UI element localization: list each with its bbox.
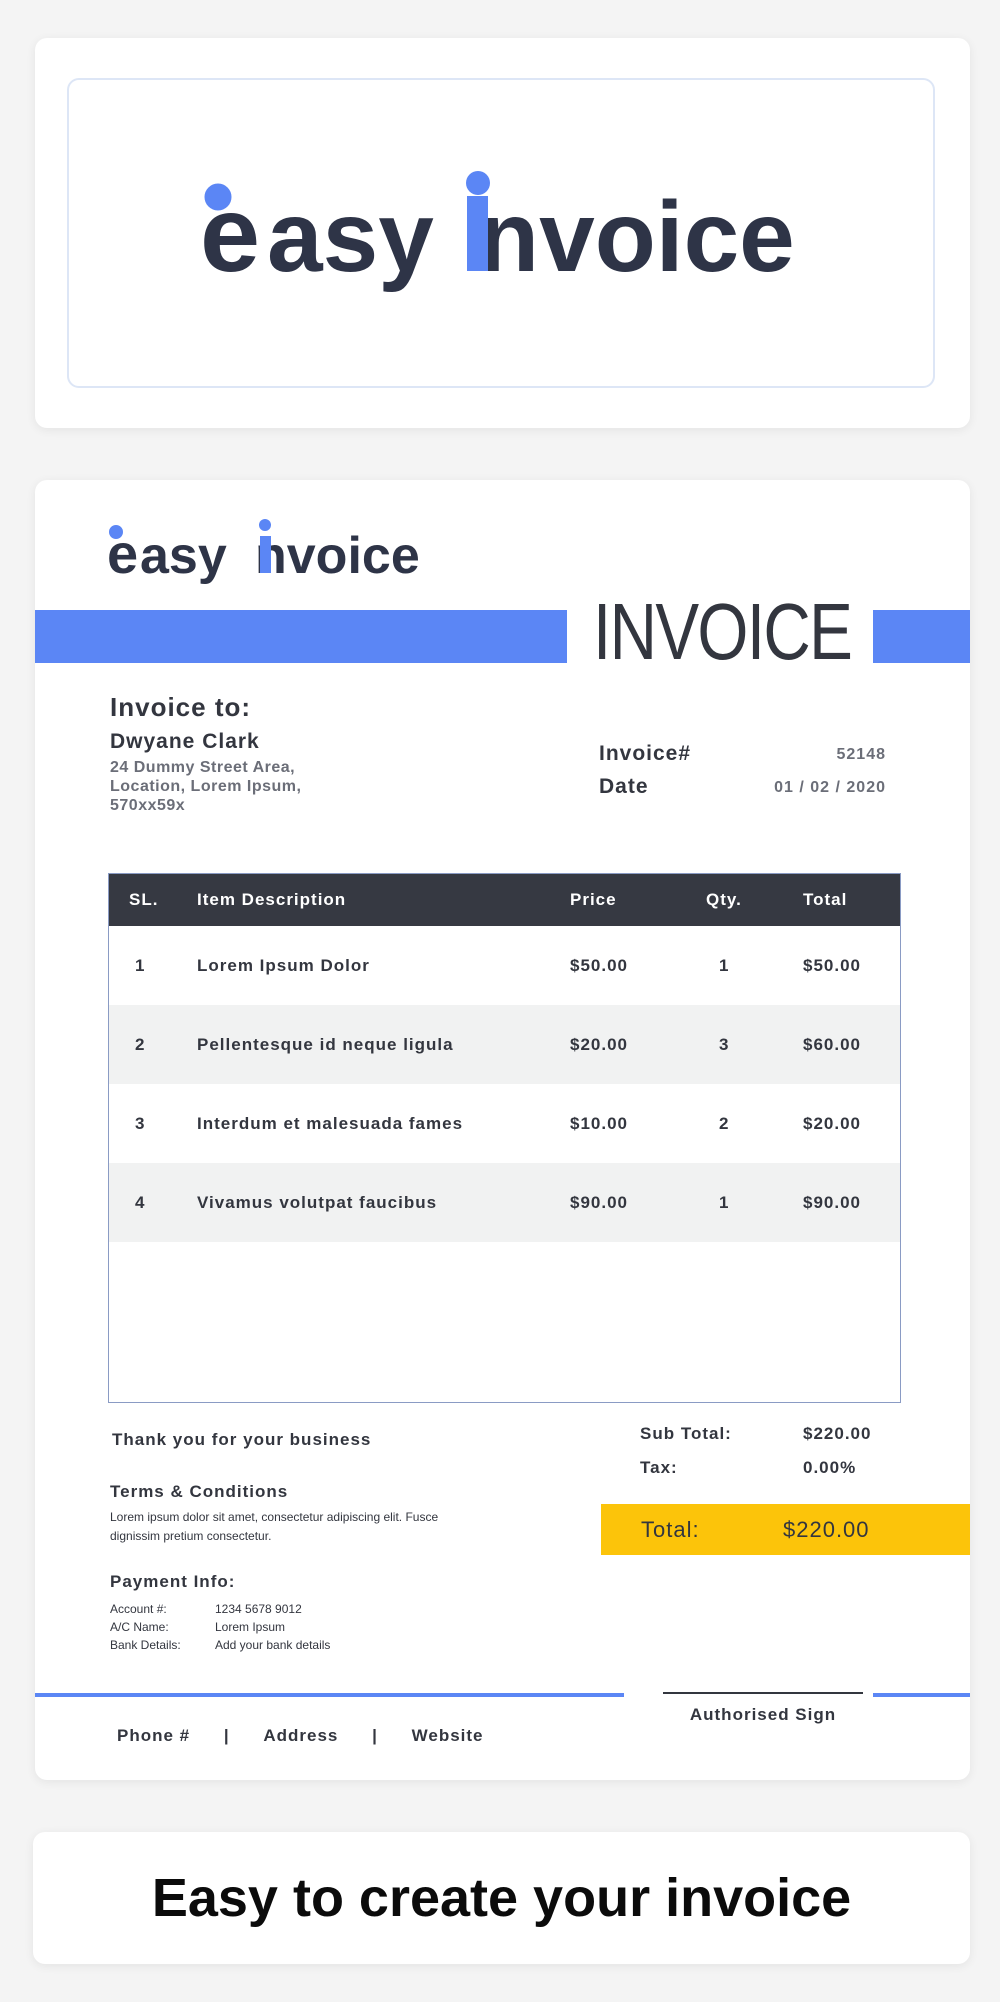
tagline: Easy to create your invoice <box>151 1868 852 1928</box>
grand-total-box: Total: $220.00 <box>601 1504 970 1555</box>
cell-sl: 1 <box>135 956 146 975</box>
cell-price: $20.00 <box>570 1035 628 1054</box>
cell-qty: 1 <box>719 956 730 975</box>
signature-line <box>663 1692 863 1694</box>
col-price-header: Price <box>570 890 617 909</box>
cell-total: $20.00 <box>803 1114 861 1133</box>
client-name: Dwyane Clark <box>110 730 260 753</box>
client-address: 24 Dummy Street Area, Location, Lorem Ip… <box>110 758 410 815</box>
col-qty-header: Qty. <box>706 890 742 909</box>
terms-text: Lorem ipsum dolor sit amet, consectetur … <box>110 1510 439 1543</box>
invoice-card: e asy nvoice INVOICE Invoice to: Dwyane … <box>35 480 970 1780</box>
col-total-header: Total <box>803 890 848 909</box>
client-address-line: 24 Dummy Street Area, <box>110 759 296 776</box>
brand-logo: e asy nvoice <box>200 171 795 294</box>
cell-total: $50.00 <box>803 956 861 975</box>
col-sl-header: SL. <box>129 890 159 909</box>
payment-heading: Payment Info: <box>110 1572 236 1591</box>
cell-desc: Lorem Ipsum Dolor <box>197 956 370 975</box>
cell-price: $50.00 <box>570 956 628 975</box>
bill-to-heading: Invoice to: <box>110 692 252 722</box>
header-band-left <box>35 610 567 663</box>
cell-sl: 2 <box>135 1035 146 1054</box>
cell-sl: 4 <box>135 1193 146 1212</box>
terms-heading: Terms & Conditions <box>110 1482 289 1501</box>
cell-qty: 3 <box>719 1035 730 1054</box>
table-row: 1 Lorem Ipsum Dolor $50.00 1 $50.00 <box>109 926 900 1005</box>
cell-sl: 3 <box>135 1114 146 1133</box>
cell-qty: 1 <box>719 1193 730 1212</box>
client-address-line: 570xx59x <box>110 797 186 814</box>
contact-website: Website <box>411 1726 484 1745</box>
cell-desc: Vivamus volutpat faucibus <box>197 1193 438 1212</box>
cell-desc: Interdum et malesuada fames <box>197 1114 464 1133</box>
signature-label: Authorised Sign <box>689 1705 837 1724</box>
payment-key: Account #: <box>110 1602 167 1616</box>
contact-bar: Phone # | Address | Website <box>117 1726 484 1746</box>
payment-key: A/C Name: <box>110 1620 169 1634</box>
invoice-number-label: Invoice# <box>599 742 692 765</box>
thank-you-note: Thank you for your business <box>112 1430 372 1449</box>
subtotal-label: Sub Total: <box>640 1424 732 1443</box>
invoice-number-value: 52148 <box>836 746 886 763</box>
contact-separator: | <box>372 1726 378 1745</box>
total-label: Total: <box>641 1517 700 1542</box>
date-label: Date <box>599 775 649 798</box>
table-header: SL. Item Description Price Qty. Total <box>109 874 900 926</box>
footer-line-right <box>873 1693 970 1697</box>
header-band-right <box>873 610 970 663</box>
items-table: SL. Item Description Price Qty. Total 1 … <box>108 873 901 1403</box>
date-value: 01 / 02 / 2020 <box>774 779 886 796</box>
cell-qty: 2 <box>719 1114 730 1133</box>
cell-price: $10.00 <box>570 1114 628 1133</box>
table-row: 2 Pellentesque id neque ligula $20.00 3 … <box>109 1005 900 1084</box>
svg-text:asy: asy <box>267 181 434 293</box>
invoice-title: INVOICE <box>593 587 853 676</box>
logo-card: e asy nvoice <box>35 38 970 428</box>
cell-total: $90.00 <box>803 1193 861 1212</box>
invoice-logo: e asy nvoice <box>107 519 420 585</box>
tax-label: Tax: <box>640 1458 678 1477</box>
cell-total: $60.00 <box>803 1035 861 1054</box>
total-value: $220.00 <box>783 1517 870 1542</box>
tax-value: 0.00% <box>803 1458 857 1477</box>
cell-price: $90.00 <box>570 1193 628 1212</box>
subtotal-value: $220.00 <box>803 1424 872 1443</box>
contact-phone: Phone # <box>117 1726 191 1745</box>
payment-key: Bank Details: <box>110 1638 181 1652</box>
table-row: 3 Interdum et malesuada fames $10.00 2 $… <box>109 1084 900 1163</box>
tagline-card: Easy to create your invoice <box>33 1832 970 1964</box>
client-address-line: Location, Lorem Ipsum, <box>110 778 302 795</box>
col-desc-header: Item Description <box>197 890 347 909</box>
payment-value: 1234 5678 9012 <box>215 1602 302 1616</box>
svg-text:nvoice: nvoice <box>478 181 795 293</box>
table-row: 4 Vivamus volutpat faucibus $90.00 1 $90… <box>109 1163 900 1242</box>
cell-desc: Pellentesque id neque ligula <box>197 1035 454 1054</box>
payment-value: Lorem Ipsum <box>215 1620 286 1634</box>
footer-line-left <box>35 1693 624 1697</box>
svg-text:nvoice: nvoice <box>255 527 420 585</box>
contact-address: Address <box>263 1726 339 1745</box>
contact-separator: | <box>223 1726 230 1745</box>
svg-text:asy: asy <box>140 527 227 585</box>
payment-value: Add your bank details <box>215 1638 331 1652</box>
